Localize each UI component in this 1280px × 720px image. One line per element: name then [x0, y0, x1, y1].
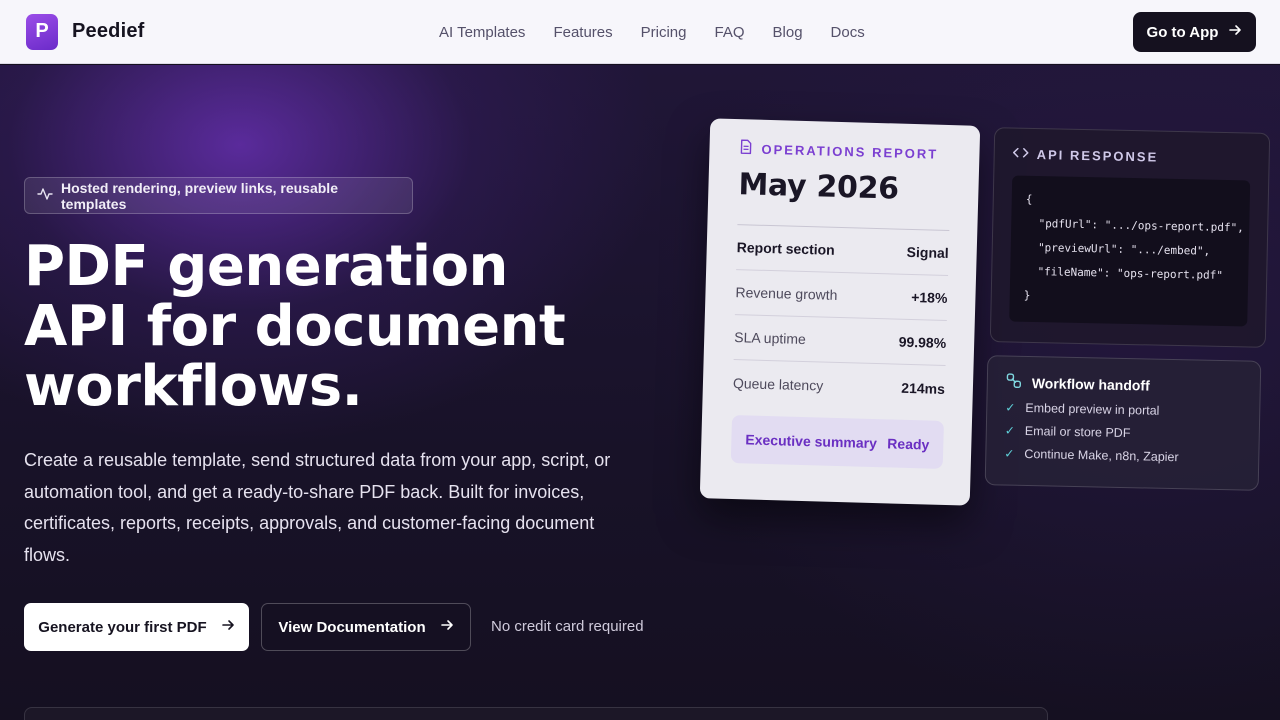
hero-description: Create a reusable template, send structu… — [24, 450, 611, 565]
list-item: ✓ Email or store PDF — [1005, 424, 1241, 443]
headline-line: API for document — [24, 294, 566, 359]
row-value: 99.98% — [898, 333, 947, 351]
list-item-label: Continue Make, n8n, Zapier — [1024, 446, 1179, 465]
table-row: Queue latency 214ms — [732, 360, 945, 411]
nav-link-ai-templates[interactable]: AI Templates — [439, 24, 525, 41]
code-line: } — [1023, 288, 1031, 302]
api-label: API RESPONSE — [1013, 147, 1251, 167]
row-value: 214ms — [901, 379, 946, 397]
check-icon: ✓ — [1005, 400, 1016, 415]
link-icon — [1006, 373, 1022, 392]
row-value: +18% — [911, 288, 948, 306]
list-item-label: Email or store PDF — [1024, 423, 1131, 441]
table-row: SLA uptime 99.98% — [733, 315, 947, 366]
api-response-card: API RESPONSE { "pdfUrl": ".../ops-report… — [989, 127, 1271, 348]
activity-icon — [37, 186, 53, 205]
view-documentation-label: View Documentation — [278, 618, 426, 636]
generate-first-pdf-button[interactable]: Generate your first PDF — [24, 603, 249, 651]
top-navbar: P Peedief AI Templates Features Pricing … — [0, 0, 1280, 64]
report-table-header: Report section Signal — [736, 225, 950, 277]
summary-label: Executive summary — [745, 431, 878, 452]
nav-link-blog[interactable]: Blog — [773, 24, 803, 41]
workflow-handoff-card: Workflow handoff ✓ Embed preview in port… — [984, 355, 1262, 491]
no-credit-card-note: No credit card required — [491, 618, 644, 635]
list-item-label: Embed preview in portal — [1025, 400, 1160, 418]
nav-link-faq[interactable]: FAQ — [715, 24, 745, 41]
list-item: ✓ Embed preview in portal — [1005, 401, 1241, 420]
view-documentation-button[interactable]: View Documentation — [261, 603, 471, 651]
report-title: May 2026 — [738, 167, 900, 207]
list-item: ✓ Continue Make, n8n, Zapier — [1004, 447, 1240, 466]
check-icon: ✓ — [1004, 423, 1016, 438]
brand-name: Peedief — [72, 20, 145, 42]
nav-link-pricing[interactable]: Pricing — [641, 24, 687, 41]
row-label: Queue latency — [732, 374, 824, 394]
report-label: OPERATIONS REPORT — [739, 139, 951, 163]
executive-summary-row: Executive summary Ready — [730, 415, 944, 469]
nav-link-docs[interactable]: Docs — [831, 24, 865, 41]
row-label: Revenue growth — [735, 284, 838, 303]
api-code-block: { "pdfUrl": ".../ops-report.pdf", "previ… — [1009, 175, 1251, 327]
operations-report-card: OPERATIONS REPORT May 2026 Report sectio… — [699, 118, 981, 506]
nav-links: AI Templates Features Pricing FAQ Blog D… — [439, 0, 865, 64]
headline-line: PDF generation — [24, 234, 508, 299]
table-row: Revenue growth +18% — [734, 270, 949, 321]
summary-status: Ready — [887, 435, 930, 453]
hero-section: Hosted rendering, preview links, reusabl… — [0, 65, 1280, 720]
arrow-right-icon — [440, 618, 454, 636]
workflow-title: Workflow handoff — [1006, 373, 1242, 397]
code-icon — [1013, 147, 1029, 162]
arrow-right-icon — [221, 618, 235, 636]
preview-strip — [24, 707, 1048, 720]
go-to-app-label: Go to App — [1146, 23, 1219, 41]
row-label: SLA uptime — [734, 329, 807, 348]
headline-line: workflows. — [24, 354, 363, 419]
header-label: Report section — [736, 239, 835, 258]
feature-pill: Hosted rendering, preview links, reusabl… — [24, 177, 413, 214]
code-line: "fileName": "ops-report.pdf" — [1024, 264, 1224, 282]
generate-first-pdf-label: Generate your first PDF — [38, 618, 207, 636]
nav-link-features[interactable]: Features — [553, 24, 612, 41]
header-value: Signal — [906, 243, 949, 262]
hero-headline: PDF generation API for document workflow… — [24, 237, 664, 417]
workflow-title-text: Workflow handoff — [1031, 374, 1150, 394]
go-to-app-button[interactable]: Go to App — [1133, 12, 1256, 52]
check-icon: ✓ — [1004, 446, 1015, 461]
api-label-text: API RESPONSE — [1036, 147, 1159, 165]
arrow-right-icon — [1228, 23, 1242, 41]
report-label-text: OPERATIONS REPORT — [761, 141, 939, 162]
logo-icon: P — [26, 13, 58, 50]
document-icon — [739, 139, 752, 157]
logo[interactable]: P Peedief — [26, 13, 145, 50]
feature-pill-text: Hosted rendering, preview links, reusabl… — [61, 179, 338, 212]
